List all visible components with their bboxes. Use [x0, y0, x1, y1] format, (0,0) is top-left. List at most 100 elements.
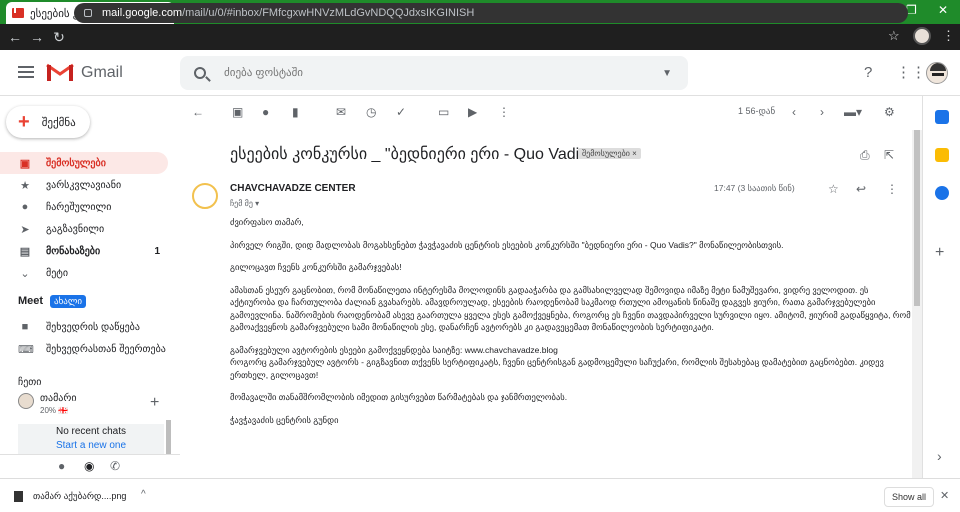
help-icon[interactable]: ?	[864, 64, 872, 81]
side-panel: + ›	[922, 96, 960, 478]
message-pane: ესეების კონკურსი _ "ბედნიერი ერი - Quo V…	[180, 130, 912, 478]
older-icon[interactable]: ‹	[792, 105, 796, 119]
sidebar-item-sent[interactable]: ➤ გაგზავნილი	[0, 218, 168, 240]
message-scrollbar-thumb[interactable]	[914, 130, 920, 306]
gmail-favicon-icon	[12, 8, 26, 18]
sidebar-item-label: შემოსულები	[46, 157, 106, 169]
start-new-chat-link[interactable]: Start a new one	[18, 440, 164, 451]
calendar-icon[interactable]	[935, 110, 949, 124]
url-host: mail.google.com	[102, 7, 183, 19]
inbox-label-chip[interactable]: შემოსულები ×	[578, 148, 641, 159]
drafts-count: 1	[154, 245, 160, 257]
sidebar-item-label: გაგზავნილი	[46, 223, 105, 235]
newer-icon[interactable]: ›	[820, 105, 824, 119]
search-input[interactable]	[224, 67, 663, 79]
forward-icon[interactable]: →	[26, 29, 48, 45]
sidebar: + შექმნა ▣ შემოსულები ★ ვარსკვლავიანი ● …	[0, 96, 180, 478]
print-icon[interactable]: ⎙	[860, 148, 870, 163]
reload-icon[interactable]: ↻	[48, 29, 70, 46]
get-addons-icon[interactable]: +	[935, 244, 944, 262]
chat-heading: ჩეთი	[18, 377, 42, 388]
body-paragraph: გამარჯვებული ავტორების ესეები გამოქვეყნდ…	[230, 344, 884, 380]
show-all-button[interactable]: Show all	[884, 487, 935, 507]
add-task-icon[interactable]: ✓	[396, 105, 406, 119]
snooze-icon[interactable]: ◷	[366, 105, 376, 119]
sidebar-item-label: მონახაზები	[46, 245, 101, 257]
message-toolbar: ← ▣ ● ▮ ✉ ◷ ✓ ▭ ▶ ⋮ ‹ › ▬▾ ⚙	[180, 96, 912, 130]
sidebar-item-inbox[interactable]: ▣ შემოსულები	[0, 152, 168, 174]
body-paragraph: ამასთან ესეურ გაცნობით, რომ მონაწილეთა ი…	[230, 284, 911, 333]
search-options-icon[interactable]: ▼	[662, 68, 672, 79]
meet-heading: Meet	[18, 295, 44, 307]
hangouts-icon[interactable]: ◉	[84, 459, 94, 473]
video-camera-icon: ■	[21, 321, 29, 333]
meet-start-meeting[interactable]: ■ შეხვედრის დაწყება	[0, 316, 168, 338]
gmail-logo-icon[interactable]	[46, 62, 74, 82]
meet-item-label: შეხვედრასთან შეერთება	[46, 343, 166, 355]
pagination-text: 1 56-დან	[738, 106, 776, 116]
sender-name[interactable]: CHAVCHAVADZE CENTER	[230, 183, 356, 194]
message-time: 17:47 (3 საათის წინ)	[714, 183, 795, 193]
body-paragraph: პირველ რიგში, დიდ მადლობას მოგახსენებთ ჭ…	[230, 239, 784, 250]
main-menu-icon[interactable]	[18, 66, 34, 78]
draft-icon: ▤	[19, 245, 31, 258]
body-paragraph: გილოცავთ ჩვენს კონკურსში გამარჯვებას!	[230, 262, 402, 272]
url-field[interactable]: mail.google.com/mail/u/0/#inbox/FMfcgxwH…	[74, 3, 908, 23]
downloaded-file[interactable]: თამარ აქუბარდ....png	[14, 491, 126, 503]
keyboard-icon: ⌨	[18, 343, 34, 356]
more-options-icon[interactable]: ⋮	[498, 105, 510, 119]
star-message-icon[interactable]: ☆	[828, 182, 839, 196]
close-download-bar-icon[interactable]: ✕	[940, 489, 949, 502]
no-recent-chats-text: No recent chats	[55, 426, 127, 437]
sidebar-item-label: მეტი	[46, 267, 69, 279]
move-to-icon[interactable]: ▭	[438, 105, 449, 119]
open-new-window-icon[interactable]: ⇱	[884, 148, 894, 162]
sidebar-item-starred[interactable]: ★ ვარსკვლავიანი	[0, 174, 168, 196]
archive-icon[interactable]: ▣	[232, 105, 243, 119]
close-window-icon[interactable]: ✕	[938, 3, 948, 17]
sidebar-item-snoozed[interactable]: ● ჩარეშულილი	[0, 196, 168, 218]
meet-join-meeting[interactable]: ⌨ შეხვედრასთან შეერთება	[0, 338, 168, 360]
back-to-inbox-icon[interactable]: ←	[192, 105, 204, 119]
message-more-icon[interactable]: ⋮	[886, 182, 898, 196]
report-spam-icon[interactable]: ●	[262, 105, 269, 119]
mark-unread-icon[interactable]: ✉	[336, 105, 346, 119]
message-subject: ესეების კონკურსი _ "ბედნიერი ერი - Quo V…	[230, 146, 593, 163]
compose-button[interactable]: + შექმნა	[6, 106, 90, 138]
sidebar-item-drafts[interactable]: ▤ მონახაზები 1	[0, 240, 168, 262]
star-icon: ★	[20, 179, 30, 192]
settings-gear-icon[interactable]: ⚙	[884, 105, 895, 119]
apps-grid-icon[interactable]: ⋮⋮	[896, 63, 926, 81]
person-icon[interactable]: ●	[58, 459, 65, 473]
label-icon[interactable]: ▶	[468, 105, 477, 119]
sidebar-scrollbar[interactable]	[166, 420, 171, 454]
send-icon: ➤	[20, 223, 30, 236]
input-tools-icon[interactable]: ▬▾	[844, 105, 862, 119]
add-chat-icon[interactable]: +	[150, 394, 159, 412]
reply-icon[interactable]: ↩	[856, 182, 866, 196]
app-name: Gmail	[81, 64, 123, 81]
tasks-icon[interactable]	[935, 186, 949, 200]
recipient-details[interactable]: ჩემ მე ▾	[230, 199, 259, 208]
delete-icon[interactable]: ▮	[292, 105, 299, 119]
keep-icon[interactable]	[935, 148, 949, 162]
search-icon[interactable]	[194, 67, 206, 79]
phone-icon[interactable]: ✆	[110, 459, 120, 473]
download-options-icon[interactable]: ^	[141, 489, 146, 500]
file-icon	[14, 491, 23, 503]
url-path: /mail/u/0/#inbox/FMfcgxwHNVzMLdGvNDQQJdx…	[182, 7, 475, 19]
expand-panel-icon[interactable]: ›	[937, 448, 942, 464]
browser-menu-icon[interactable]: ⋮	[942, 28, 955, 44]
account-avatar[interactable]	[926, 62, 948, 84]
chevron-down-icon: ⌄	[20, 267, 30, 280]
address-bar-row: ← → ↻	[0, 24, 960, 50]
body-paragraph: ჭავჭავაძის ცენტრის გუნდი	[230, 414, 339, 425]
compose-plus-icon: +	[18, 111, 30, 133]
browser-profile-icon[interactable]	[913, 27, 931, 45]
gmail-header: Gmail ▼ ? ⋮⋮	[0, 50, 960, 96]
compose-label: შექმნა	[41, 116, 76, 129]
back-icon[interactable]: ←	[4, 29, 26, 45]
bookmark-star-icon[interactable]: ☆	[888, 28, 900, 44]
download-bar: თამარ აქუბარდ....png ^ Show all ✕	[0, 478, 960, 512]
sidebar-item-more[interactable]: ⌄ მეტი	[0, 262, 168, 284]
